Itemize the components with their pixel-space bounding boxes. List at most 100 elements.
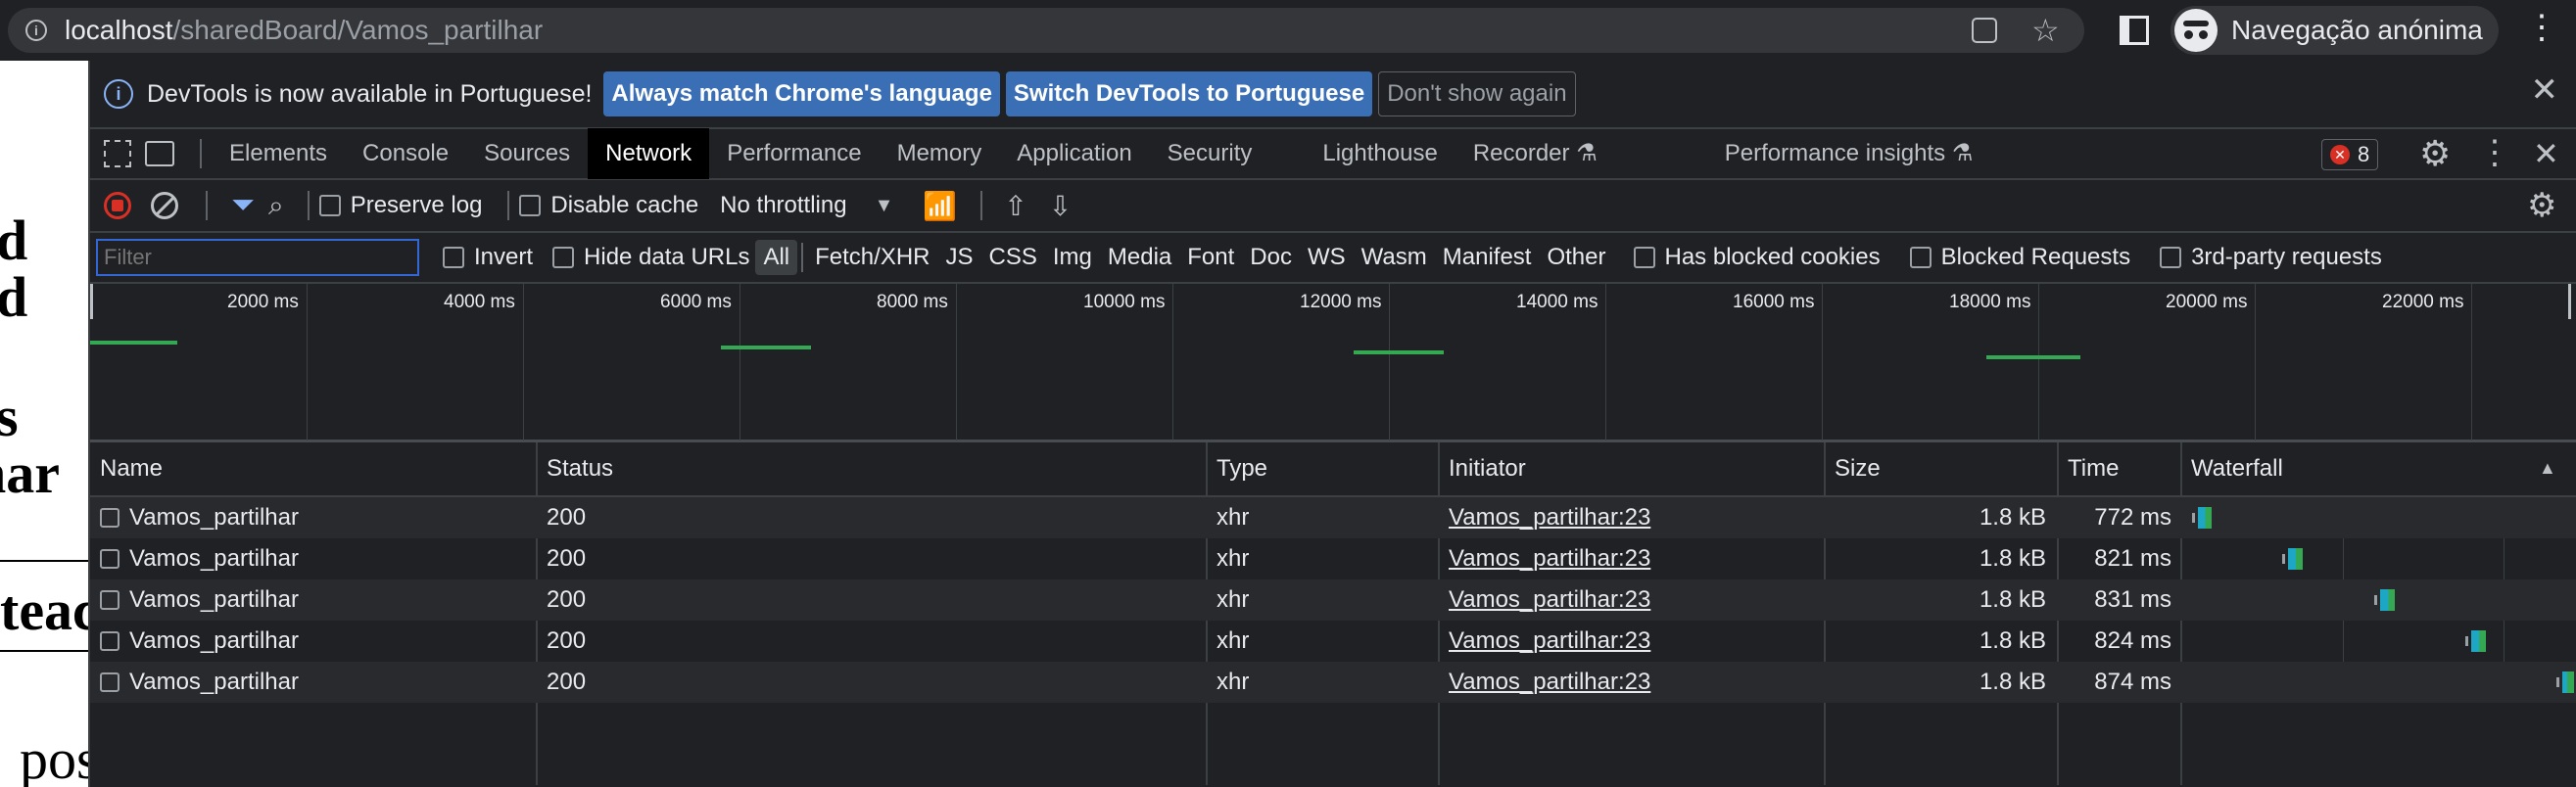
table-row[interactable]: Vamos_partilhar 200 xhr Vamos_partilhar:… xyxy=(90,621,2576,662)
switch-language-button[interactable]: Switch DevTools to Portuguese xyxy=(1005,71,1373,116)
filter-type-media[interactable]: Media xyxy=(1100,240,1179,275)
waterfall-bar xyxy=(2471,630,2486,652)
tab-memory[interactable]: Memory xyxy=(880,128,1000,179)
column-header-name[interactable]: Name xyxy=(90,442,537,495)
request-initiator-link[interactable]: Vamos_partilhar:23 xyxy=(1439,579,1650,621)
table-row[interactable]: Vamos_partilhar 200 xhr Vamos_partilhar:… xyxy=(90,579,2576,621)
waterfall-bar xyxy=(2288,548,2303,570)
filter-type-css[interactable]: CSS xyxy=(981,240,1045,275)
overview-start-handle[interactable] xyxy=(90,284,93,319)
error-count: 8 xyxy=(2358,142,2370,166)
request-initiator-link[interactable]: Vamos_partilhar:23 xyxy=(1439,497,1650,538)
tab-lighthouse[interactable]: Lighthouse xyxy=(1305,128,1455,179)
filter-type-all[interactable]: All xyxy=(755,240,798,275)
column-header-time[interactable]: Time xyxy=(2058,442,2181,495)
chevron-down-icon[interactable]: ▼ xyxy=(875,195,894,217)
tab-recorder[interactable]: Recorder ⚗ xyxy=(1455,128,1615,179)
request-initiator-link[interactable]: Vamos_partilhar:23 xyxy=(1439,621,1650,662)
filter-type-manifest[interactable]: Manifest xyxy=(1435,240,1540,275)
request-initiator-link[interactable]: Vamos_partilhar:23 xyxy=(1439,538,1650,579)
timeline-gridline xyxy=(739,284,740,440)
tab-sources[interactable]: Sources xyxy=(466,128,588,179)
request-initiator-link[interactable]: Vamos_partilhar:23 xyxy=(1439,662,1650,703)
device-toolbar-icon[interactable] xyxy=(145,141,174,166)
filter-type-doc[interactable]: Doc xyxy=(1242,240,1300,275)
preserve-log-checkbox[interactable] xyxy=(318,195,341,216)
column-header-status[interactable]: Status xyxy=(537,442,1207,495)
request-name-cell[interactable]: Vamos_partilhar xyxy=(90,621,299,662)
table-row[interactable]: Vamos_partilhar 200 xhr Vamos_partilhar:… xyxy=(90,662,2576,703)
page-text-fragment: har xyxy=(0,441,60,505)
request-time: 772 ms xyxy=(2094,504,2171,531)
tab-performance[interactable]: Performance xyxy=(709,128,879,179)
column-header-waterfall[interactable]: Waterfall xyxy=(2181,442,2475,495)
column-header-size[interactable]: Size xyxy=(1825,442,2058,495)
overview-request-bar xyxy=(1354,350,1444,354)
incognito-label: Navegação anónima xyxy=(2231,15,2483,45)
browser-menu-icon[interactable]: ⋮ xyxy=(2525,8,2558,47)
timeline-tick-label: 18000 ms xyxy=(1949,292,2031,312)
close-devtools-icon[interactable]: ✕ xyxy=(2533,135,2559,172)
settings-gear-icon[interactable]: ⚙ xyxy=(2419,133,2451,174)
column-header-initiator[interactable]: Initiator xyxy=(1439,442,1825,495)
close-icon[interactable]: ✕ xyxy=(2531,70,2559,110)
filter-funnel-icon[interactable]: ⏷ xyxy=(231,189,255,222)
request-name-cell[interactable]: Vamos_partilhar xyxy=(90,579,299,621)
network-conditions-icon[interactable]: 📶 xyxy=(923,190,957,222)
tab-performance-insights[interactable]: Performance insights ⚗ xyxy=(1707,128,1991,179)
filter-type-font[interactable]: Font xyxy=(1179,240,1242,275)
throttling-select[interactable]: No throttling xyxy=(720,192,846,219)
tab-application[interactable]: Application xyxy=(999,128,1149,179)
overview-end-handle[interactable] xyxy=(2568,284,2571,319)
disable-cache-checkbox[interactable] xyxy=(519,195,542,216)
filter-type-other[interactable]: Other xyxy=(1539,240,1613,275)
inspect-element-icon[interactable] xyxy=(104,140,131,167)
star-icon[interactable]: ☆ xyxy=(2031,12,2060,49)
sidebar-icon[interactable] xyxy=(2120,16,2149,45)
record-stop-icon[interactable] xyxy=(104,192,131,219)
export-har-icon[interactable]: ⇩ xyxy=(1049,190,1072,222)
request-name-cell[interactable]: Vamos_partilhar xyxy=(90,662,299,703)
tab-security[interactable]: Security xyxy=(1150,128,1270,179)
column-header-type[interactable]: Type xyxy=(1207,442,1439,495)
request-name-cell[interactable]: Vamos_partilhar xyxy=(90,497,299,538)
invert-checkbox[interactable] xyxy=(443,247,464,268)
preserve-log-label: Preserve log xyxy=(350,192,483,218)
incognito-badge[interactable]: Navegação anónima xyxy=(2171,6,2499,55)
filter-type-js[interactable]: JS xyxy=(938,240,981,275)
timeline-overview[interactable]: 2000 ms 4000 ms 6000 ms 8000 ms 10000 ms… xyxy=(90,284,2576,442)
table-row[interactable]: Vamos_partilhar 200 xhr Vamos_partilhar:… xyxy=(90,538,2576,579)
address-bar[interactable]: i localhost/sharedBoard/Vamos_partilhar … xyxy=(8,8,2084,53)
filter-type-fetch-xhr[interactable]: Fetch/XHR xyxy=(807,240,937,275)
divider xyxy=(206,191,208,220)
tab-recorder-label: Recorder xyxy=(1472,140,1570,166)
network-settings-gear-icon[interactable]: ⚙ xyxy=(2527,186,2556,225)
table-row[interactable]: Vamos_partilhar 200 xhr Vamos_partilhar:… xyxy=(90,497,2576,538)
error-counter[interactable]: ✕ 8 xyxy=(2321,139,2379,170)
dont-show-again-button[interactable]: Don't show again xyxy=(1378,71,1576,116)
page-content: d d s har teac pos xyxy=(0,61,88,787)
page-text-fragment: d xyxy=(0,208,28,272)
devtools-menu-icon[interactable]: ⋮ xyxy=(2478,133,2511,172)
tab-console[interactable]: Console xyxy=(345,128,466,179)
match-language-button[interactable]: Always match Chrome's language xyxy=(603,71,1000,116)
tab-network[interactable]: Network xyxy=(588,128,710,179)
tab-elements[interactable]: Elements xyxy=(212,128,345,179)
apps-icon[interactable] xyxy=(1972,18,1997,43)
blocked-requests-checkbox[interactable] xyxy=(1909,247,1932,268)
search-icon[interactable]: ⌕ xyxy=(268,190,284,222)
infobar-message: DevTools is now available in Portuguese! xyxy=(147,79,593,108)
clear-icon[interactable] xyxy=(151,192,178,219)
overview-request-bar xyxy=(721,346,811,349)
request-name-cell[interactable]: Vamos_partilhar xyxy=(90,538,299,579)
sort-ascending-icon[interactable]: ▲ xyxy=(2539,458,2556,479)
filter-type-ws[interactable]: WS xyxy=(1300,240,1354,275)
has-blocked-cookies-checkbox[interactable] xyxy=(1633,247,1655,268)
filter-type-img[interactable]: Img xyxy=(1045,240,1100,275)
filter-input[interactable] xyxy=(96,239,419,276)
third-party-requests-checkbox[interactable] xyxy=(2160,247,2182,268)
import-har-icon[interactable]: ⇧ xyxy=(1004,190,1026,222)
hide-data-urls-checkbox[interactable] xyxy=(552,247,575,268)
filter-type-wasm[interactable]: Wasm xyxy=(1354,240,1435,275)
info-icon[interactable]: i xyxy=(25,20,47,41)
